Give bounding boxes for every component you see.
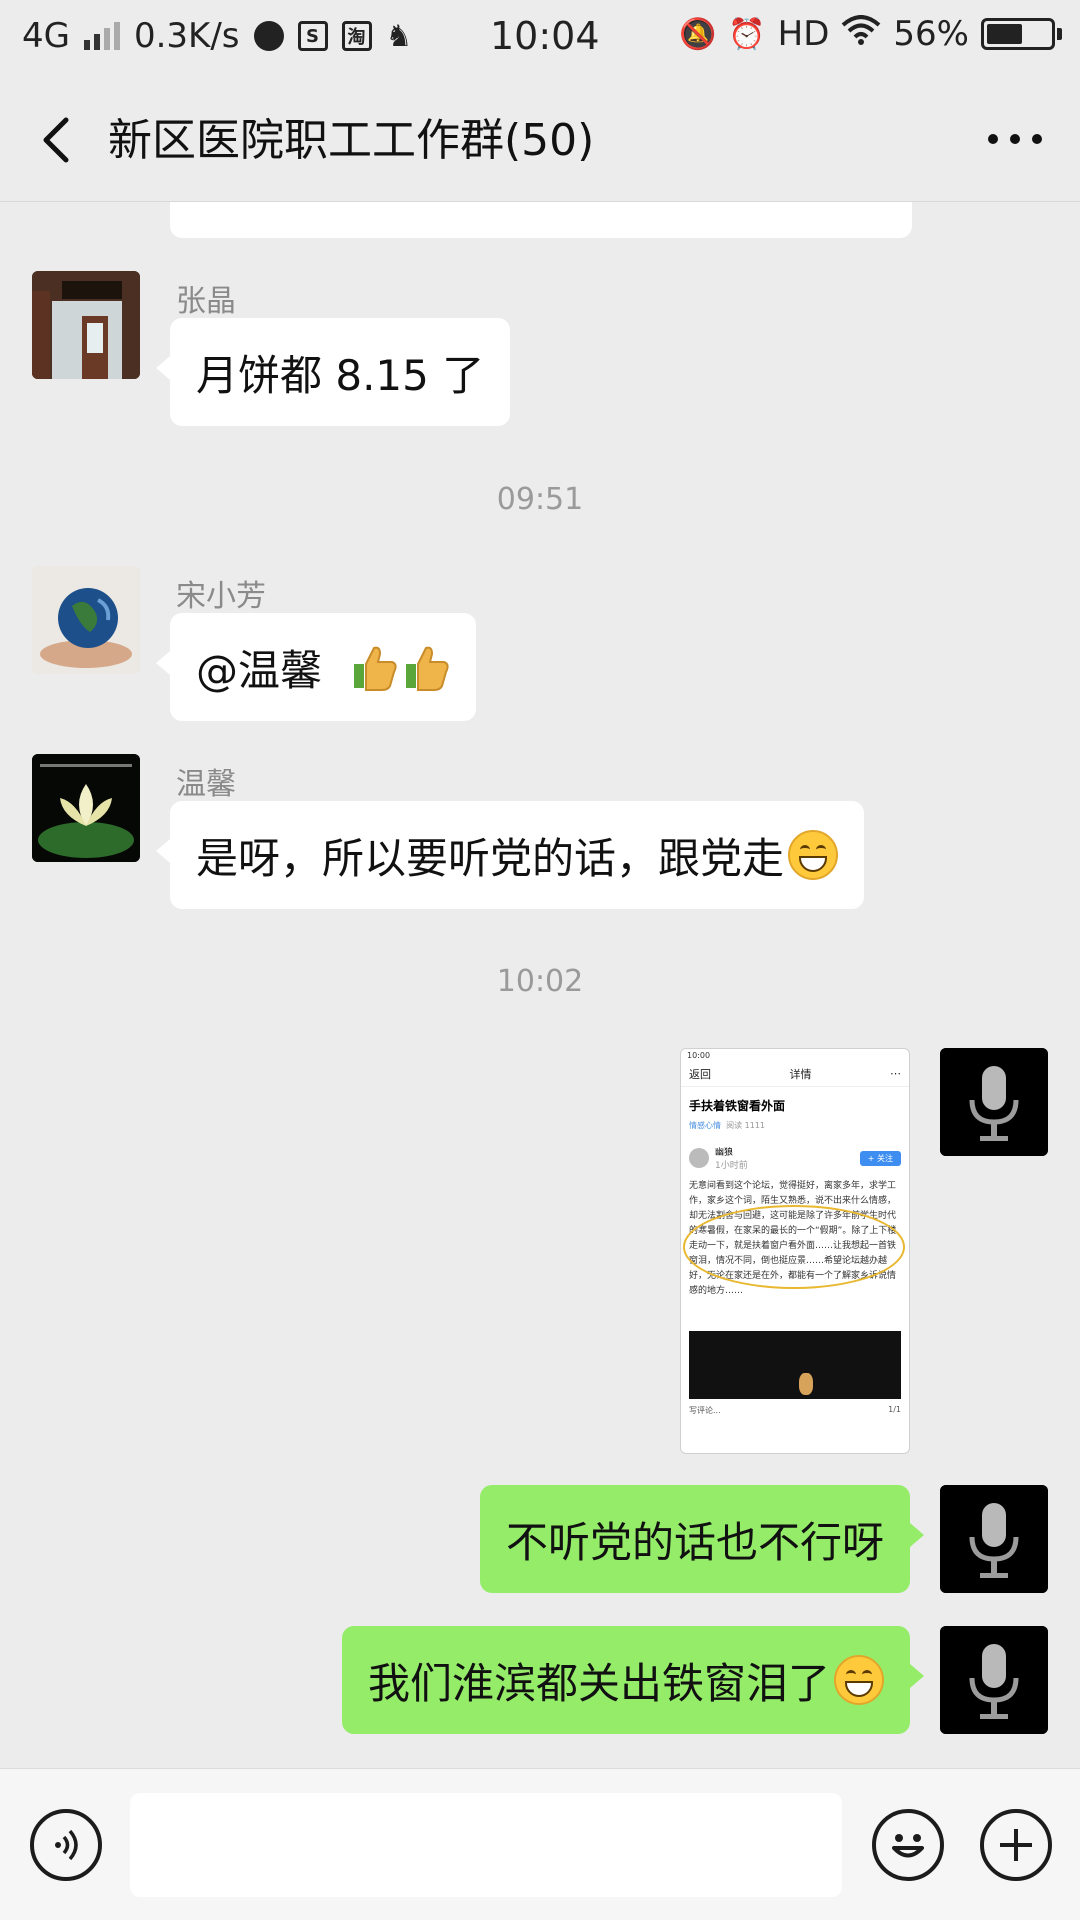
- shared-image-photo: [689, 1331, 901, 1399]
- avatar-zhangjing[interactable]: [32, 271, 140, 379]
- shared-image-status: 10:00: [687, 1051, 711, 1060]
- avatar-self[interactable]: [940, 1485, 1048, 1593]
- signal-icon: [83, 22, 120, 50]
- status-bar: 4G 0.3K/s S 淘 ♞ 10:04 🔕 ⏰ HD 56%: [0, 0, 1080, 76]
- shared-image-footer: 写评论... 1/1: [689, 1405, 901, 1415]
- app-s-icon: S: [297, 21, 328, 51]
- more-dots-icon[interactable]: [980, 104, 1050, 174]
- avatar-self[interactable]: [940, 1626, 1048, 1734]
- message-text: 我们淮滨都关出铁窗泪了: [367, 1658, 830, 1708]
- message-bubble[interactable]: 不听党的话也不行呀: [479, 1485, 925, 1593]
- message-bubble[interactable]: 我们淮滨都关出铁窗泪了: [341, 1626, 925, 1734]
- hd-label: HD: [777, 14, 830, 54]
- message-text: 不听党的话也不行呀: [505, 1517, 884, 1567]
- status-right: 🔕 ⏰ HD 56%: [679, 14, 1062, 54]
- speed-label: 0.3K/s: [133, 16, 240, 56]
- message-bubble[interactable]: @温馨: [155, 613, 477, 721]
- chat-header: 新区医院职工工作群(50): [0, 76, 1080, 202]
- thumbs-up-icon: [404, 642, 450, 692]
- voice-input-icon[interactable]: [30, 1809, 102, 1881]
- message-input[interactable]: [130, 1793, 842, 1897]
- message-text: 月饼都 8.15 了: [196, 350, 485, 400]
- image-message[interactable]: 10:00 返回 详情 ⋯ 手扶着铁窗看外面 情感心情 阅读 1111 幽狼 1小…: [680, 1048, 910, 1454]
- taobao-icon: 淘: [341, 21, 372, 51]
- grin-emoji-icon: [834, 1655, 884, 1705]
- sender-name: 张晶: [176, 284, 236, 319]
- mute-icon: 🔕: [678, 16, 717, 52]
- network-label: 4G: [22, 16, 70, 56]
- chat-message-list[interactable]: 张晶 月饼都 8.15 了 09:51 宋小芳 @温馨 温馨 是呀，所以要听党的…: [0, 202, 1080, 1768]
- browser-icon: [253, 21, 284, 51]
- input-bar: [0, 1768, 1080, 1920]
- emoji-icon[interactable]: [872, 1809, 944, 1881]
- sender-name: 宋小芳: [176, 579, 266, 614]
- thumbs-up-icon: [352, 642, 398, 692]
- avatar-wenxin[interactable]: [32, 754, 140, 862]
- plus-icon[interactable]: [980, 1809, 1052, 1881]
- shared-image-title: 手扶着铁窗看外面: [689, 1099, 786, 1113]
- message-text: 是呀，所以要听党的话，跟党走: [196, 833, 785, 883]
- previous-message-bubble[interactable]: [170, 202, 912, 238]
- message-bubble[interactable]: 月饼都 8.15 了: [155, 318, 511, 426]
- time-divider: 10:02: [496, 964, 584, 999]
- alarm-icon: ⏰: [728, 16, 766, 52]
- shared-image-tag: 情感心情 阅读 1111: [689, 1121, 765, 1130]
- shared-image-author: 幽狼 1小时前 + 关注: [681, 1141, 909, 1175]
- qq-icon: ♞: [385, 18, 413, 54]
- sender-name: 温馨: [176, 767, 236, 802]
- battery-icon: [981, 18, 1062, 50]
- back-arrow-icon[interactable]: [30, 106, 90, 172]
- grin-emoji-icon: [788, 830, 839, 880]
- shared-image-nav: 返回 详情 ⋯: [681, 1061, 909, 1087]
- status-time: 10:04: [490, 14, 600, 58]
- time-divider: 09:51: [496, 482, 584, 517]
- battery-percent: 56%: [893, 14, 969, 54]
- chat-title: 新区医院职工工作群(50): [108, 115, 595, 166]
- message-bubble[interactable]: 是呀，所以要听党的话，跟党走: [155, 801, 865, 909]
- avatar-songxiaofang[interactable]: [32, 566, 140, 674]
- avatar-self[interactable]: [940, 1048, 1048, 1156]
- status-left: 4G 0.3K/s S 淘 ♞: [22, 16, 412, 56]
- message-text: @温馨: [196, 645, 323, 695]
- shared-image-body: 无意间看到这个论坛，觉得挺好，离家多年，求学工作，家乡这个词，陌生又熟悉，说不出…: [681, 1175, 909, 1325]
- wifi-icon: [841, 14, 881, 54]
